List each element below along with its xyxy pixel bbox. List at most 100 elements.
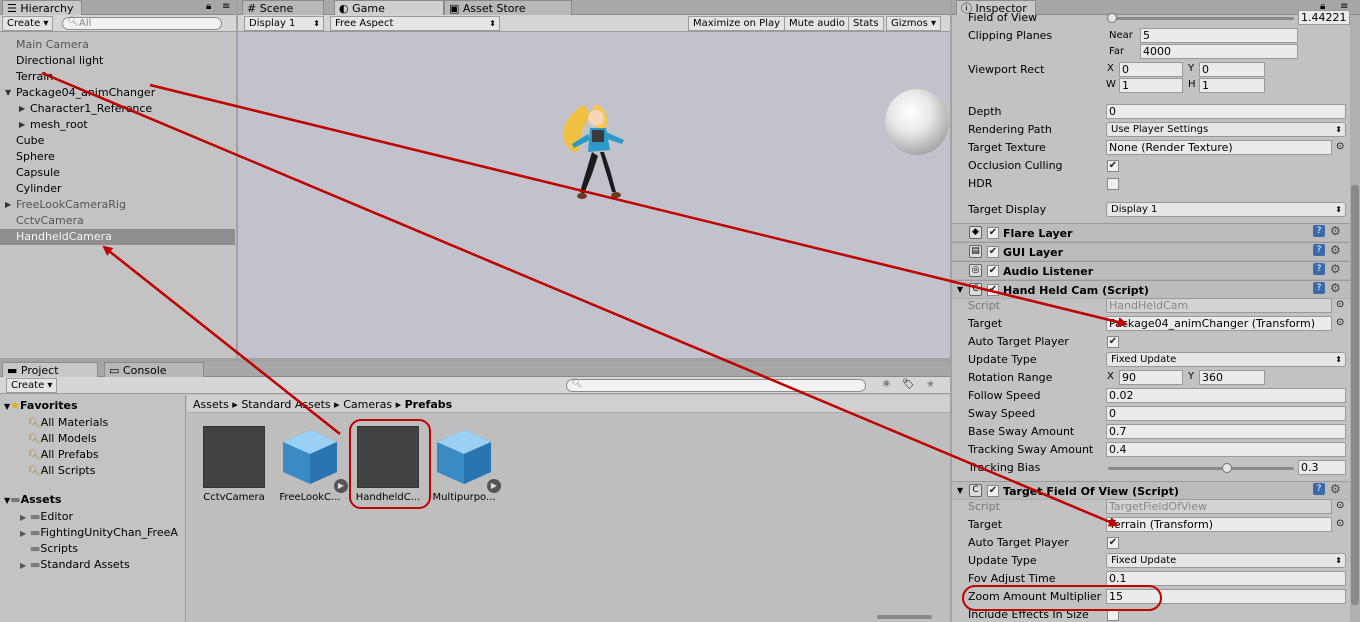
- value-field[interactable]: 0.02: [1106, 388, 1346, 403]
- value-field[interactable]: 90: [1119, 370, 1183, 385]
- target-display-select[interactable]: Display 1 ⬍: [1106, 202, 1346, 217]
- object-picker-icon[interactable]: ⊙: [1336, 299, 1344, 310]
- search-input[interactable]: 🔍︎ All: [62, 17, 222, 30]
- chevron-right-icon[interactable]: ▶: [5, 200, 11, 209]
- gear-icon[interactable]: ⚙: [1330, 224, 1341, 238]
- component-header[interactable]: ▼ C ✔ Target Field Of View (Script): [952, 481, 1350, 500]
- component-enabled-checkbox[interactable]: ✔: [987, 246, 999, 258]
- value-field[interactable]: 0: [1106, 406, 1346, 421]
- target-field[interactable]: Terrain (Transform): [1106, 517, 1332, 532]
- hdr-checkbox[interactable]: [1107, 178, 1119, 190]
- scrollbar[interactable]: [1350, 15, 1360, 622]
- display-select[interactable]: Display 1 ⬍: [244, 16, 324, 31]
- breadcrumb-assets[interactable]: Assets: [193, 398, 229, 411]
- tab-hierarchy[interactable]: ☰ Hierarchy: [2, 0, 82, 15]
- chevron-down-icon[interactable]: ▼: [957, 486, 963, 495]
- asset-folder-item[interactable]: ▬FightingUnityChan_FreeA: [30, 526, 178, 539]
- tab-game[interactable]: ◐ Game: [334, 0, 444, 15]
- cube-prefab-icon[interactable]: [279, 426, 341, 488]
- filter-type-icon[interactable]: ⚛: [882, 379, 891, 390]
- play-icon[interactable]: ▶: [487, 479, 501, 493]
- value-field[interactable]: 0.1: [1106, 571, 1346, 586]
- value-field[interactable]: 0.7: [1106, 424, 1346, 439]
- slider-track[interactable]: [1108, 17, 1294, 20]
- hierarchy-item[interactable]: Capsule: [16, 165, 60, 181]
- assets-header[interactable]: ▼▬Assets: [4, 493, 61, 506]
- value-field[interactable]: 0.4: [1106, 442, 1346, 457]
- component-header[interactable]: ◎ ✔ Audio Listener: [952, 261, 1350, 280]
- component-enabled-checkbox[interactable]: ✔: [987, 485, 999, 497]
- aspect-select[interactable]: Free Aspect ⬍: [330, 16, 500, 31]
- tab-console[interactable]: ▭ Console: [104, 362, 204, 377]
- favorites-header[interactable]: ▼★Favorites: [4, 399, 78, 412]
- chevron-right-icon[interactable]: ▶: [20, 561, 26, 570]
- favorite-item[interactable]: 🔍︎All Models: [28, 432, 97, 445]
- fov-field[interactable]: 1.44221: [1298, 10, 1350, 25]
- hierarchy-item[interactable]: Sphere: [16, 149, 55, 165]
- target-field[interactable]: Package04_animChanger (Transform): [1106, 316, 1332, 331]
- hierarchy-item[interactable]: FreeLookCameraRig: [16, 197, 126, 213]
- asset-folder-item[interactable]: ▬Editor: [30, 510, 73, 523]
- hierarchy-item[interactable]: Cylinder: [16, 181, 62, 197]
- zoom-slider[interactable]: [877, 615, 932, 619]
- rendering-path-select[interactable]: Use Player Settings ⬍: [1106, 122, 1346, 137]
- scrollbar-thumb[interactable]: [1351, 185, 1359, 605]
- breadcrumb-standard-assets[interactable]: Standard Assets: [241, 398, 330, 411]
- value-field[interactable]: 0: [1199, 62, 1265, 77]
- tab-project[interactable]: ▬ Project: [2, 362, 98, 377]
- help-icon[interactable]: ?: [1313, 244, 1325, 256]
- target-texture-field[interactable]: None (Render Texture): [1106, 140, 1332, 155]
- thumb-cctvcamera[interactable]: [203, 426, 265, 488]
- value-field[interactable]: 0.3: [1298, 460, 1346, 475]
- hierarchy-item[interactable]: Package04_animChanger: [16, 85, 155, 101]
- hierarchy-item[interactable]: mesh_root: [30, 117, 88, 133]
- label-icon[interactable]: 🏷︎: [902, 379, 915, 390]
- help-icon[interactable]: ?: [1313, 483, 1325, 495]
- favorite-item[interactable]: 🔍︎All Scripts: [28, 464, 95, 477]
- object-picker-icon[interactable]: ⊙: [1336, 141, 1344, 152]
- occlusion-culling-checkbox[interactable]: ✔: [1107, 160, 1119, 172]
- auto-target-checkbox[interactable]: ✔: [1107, 537, 1119, 549]
- object-picker-icon[interactable]: ⊙: [1336, 518, 1344, 529]
- chevron-right-icon[interactable]: ▶: [20, 513, 26, 522]
- chevron-right-icon[interactable]: ▶: [20, 529, 26, 538]
- slider-thumb[interactable]: [1222, 463, 1233, 473]
- gear-icon[interactable]: ⚙: [1330, 262, 1341, 276]
- asset-folder-item[interactable]: ▬Scripts: [30, 542, 78, 555]
- chevron-right-icon[interactable]: ▶: [19, 120, 25, 129]
- favorite-item[interactable]: 🔍︎All Prefabs: [28, 448, 99, 461]
- hierarchy-item[interactable]: CctvCamera: [16, 213, 84, 229]
- gizmos-button[interactable]: Gizmos ▾: [886, 16, 942, 31]
- near-field[interactable]: 5: [1140, 28, 1298, 43]
- far-field[interactable]: 4000: [1140, 44, 1298, 59]
- help-icon[interactable]: ?: [1313, 225, 1325, 237]
- component-header[interactable]: ▤ ✔ GUI Layer: [952, 242, 1350, 261]
- create-button[interactable]: Create ▾: [2, 16, 54, 31]
- component-enabled-checkbox[interactable]: ✔: [987, 265, 999, 277]
- asset-folder-item[interactable]: ▬Standard Assets: [30, 558, 130, 571]
- maximize-on-play-button[interactable]: Maximize on Play: [688, 16, 786, 31]
- tab-scene[interactable]: # Scene: [242, 0, 324, 15]
- auto-target-checkbox[interactable]: ✔: [1107, 336, 1119, 348]
- slider-thumb[interactable]: [1106, 13, 1117, 23]
- depth-field[interactable]: 0: [1106, 104, 1346, 119]
- help-icon[interactable]: ?: [1313, 263, 1325, 275]
- component-header[interactable]: ▼ C ✔ Hand Held Cam (Script): [952, 280, 1350, 299]
- object-picker-icon[interactable]: ⊙: [1336, 500, 1344, 511]
- favorite-item[interactable]: 🔍︎All Materials: [28, 416, 108, 429]
- project-search-input[interactable]: 🔍︎: [566, 379, 866, 392]
- component-enabled-checkbox[interactable]: ✔: [987, 284, 999, 296]
- component-enabled-checkbox[interactable]: ✔: [987, 227, 999, 239]
- hierarchy-item[interactable]: Main Camera: [16, 37, 89, 53]
- gear-icon[interactable]: ⚙: [1330, 281, 1341, 295]
- chevron-down-icon[interactable]: ▼: [957, 285, 963, 294]
- help-icon[interactable]: ?: [1313, 282, 1325, 294]
- value-field[interactable]: 1: [1119, 78, 1183, 93]
- hierarchy-item[interactable]: Directional light: [16, 53, 103, 69]
- lock-icon[interactable]: 🔒︎: [206, 1, 211, 12]
- play-icon[interactable]: ▶: [334, 479, 348, 493]
- object-picker-icon[interactable]: ⊙: [1336, 317, 1344, 328]
- breadcrumb-prefabs[interactable]: Prefabs: [405, 398, 453, 411]
- hierarchy-item[interactable]: HandheldCamera: [16, 229, 112, 245]
- value-field[interactable]: 1: [1199, 78, 1265, 93]
